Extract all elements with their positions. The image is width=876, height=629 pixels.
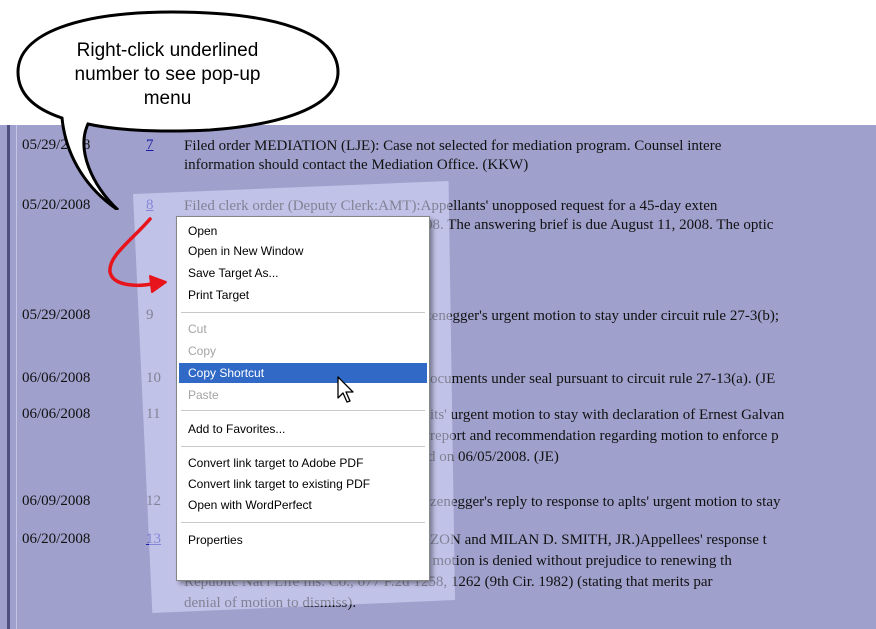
red-curved-arrow bbox=[108, 217, 167, 293]
entry-date: 06/20/2008 bbox=[22, 531, 91, 547]
entry-date: 06/06/2008 bbox=[22, 370, 91, 386]
menu-separator bbox=[181, 522, 425, 523]
menu-separator bbox=[181, 446, 425, 447]
menu-item-convert-adobe-pdf[interactable]: Convert link target to Adobe PDF bbox=[179, 453, 427, 473]
menu-item-print-target[interactable]: Print Target bbox=[179, 285, 427, 305]
menu-separator bbox=[181, 410, 425, 411]
entry-text: 08. The answering brief is due August 11… bbox=[425, 217, 774, 233]
menu-item-cut: Cut bbox=[188, 322, 207, 336]
menu-item-properties[interactable]: Properties bbox=[179, 530, 427, 550]
mouse-pointer-icon bbox=[337, 376, 354, 403]
menu-item-open-new-window[interactable]: Open in New Window bbox=[179, 241, 427, 261]
entry-text: ZON and MILAN D. SMITH, JR.)Appellees' r… bbox=[430, 532, 767, 548]
entry-text: zenegger's reply to response to aplts' u… bbox=[430, 494, 781, 510]
entry-date: 06/06/2008 bbox=[22, 406, 91, 422]
entry-text: ocuments under seal pursuant to circuit … bbox=[430, 371, 776, 387]
entry-text: report and recommendation regarding moti… bbox=[430, 428, 779, 444]
entry-text: zenegger's urgent motion to stay under c… bbox=[425, 308, 779, 324]
menu-item-copy: Copy bbox=[188, 344, 217, 358]
menu-item-open-wordperfect[interactable]: Open with WordPerfect bbox=[179, 495, 427, 515]
menu-item-open[interactable]: Open bbox=[179, 221, 427, 241]
entry-date: 06/09/2008 bbox=[22, 493, 91, 509]
menu-item-copy-shortcut[interactable]: Copy Shortcut bbox=[179, 363, 427, 383]
context-menu: Open Open in New Window Save Target As..… bbox=[176, 216, 430, 581]
entry-text: its' urgent motion to stay with declarat… bbox=[430, 407, 785, 423]
menu-item-save-target-as[interactable]: Save Target As... bbox=[179, 263, 427, 283]
menu-item-convert-existing-pdf[interactable]: Convert link target to existing PDF bbox=[179, 474, 427, 494]
menu-separator bbox=[181, 312, 425, 313]
menu-item-add-to-favorites[interactable]: Add to Favorites... bbox=[179, 419, 427, 439]
menu-item-paste: Paste bbox=[188, 388, 219, 402]
